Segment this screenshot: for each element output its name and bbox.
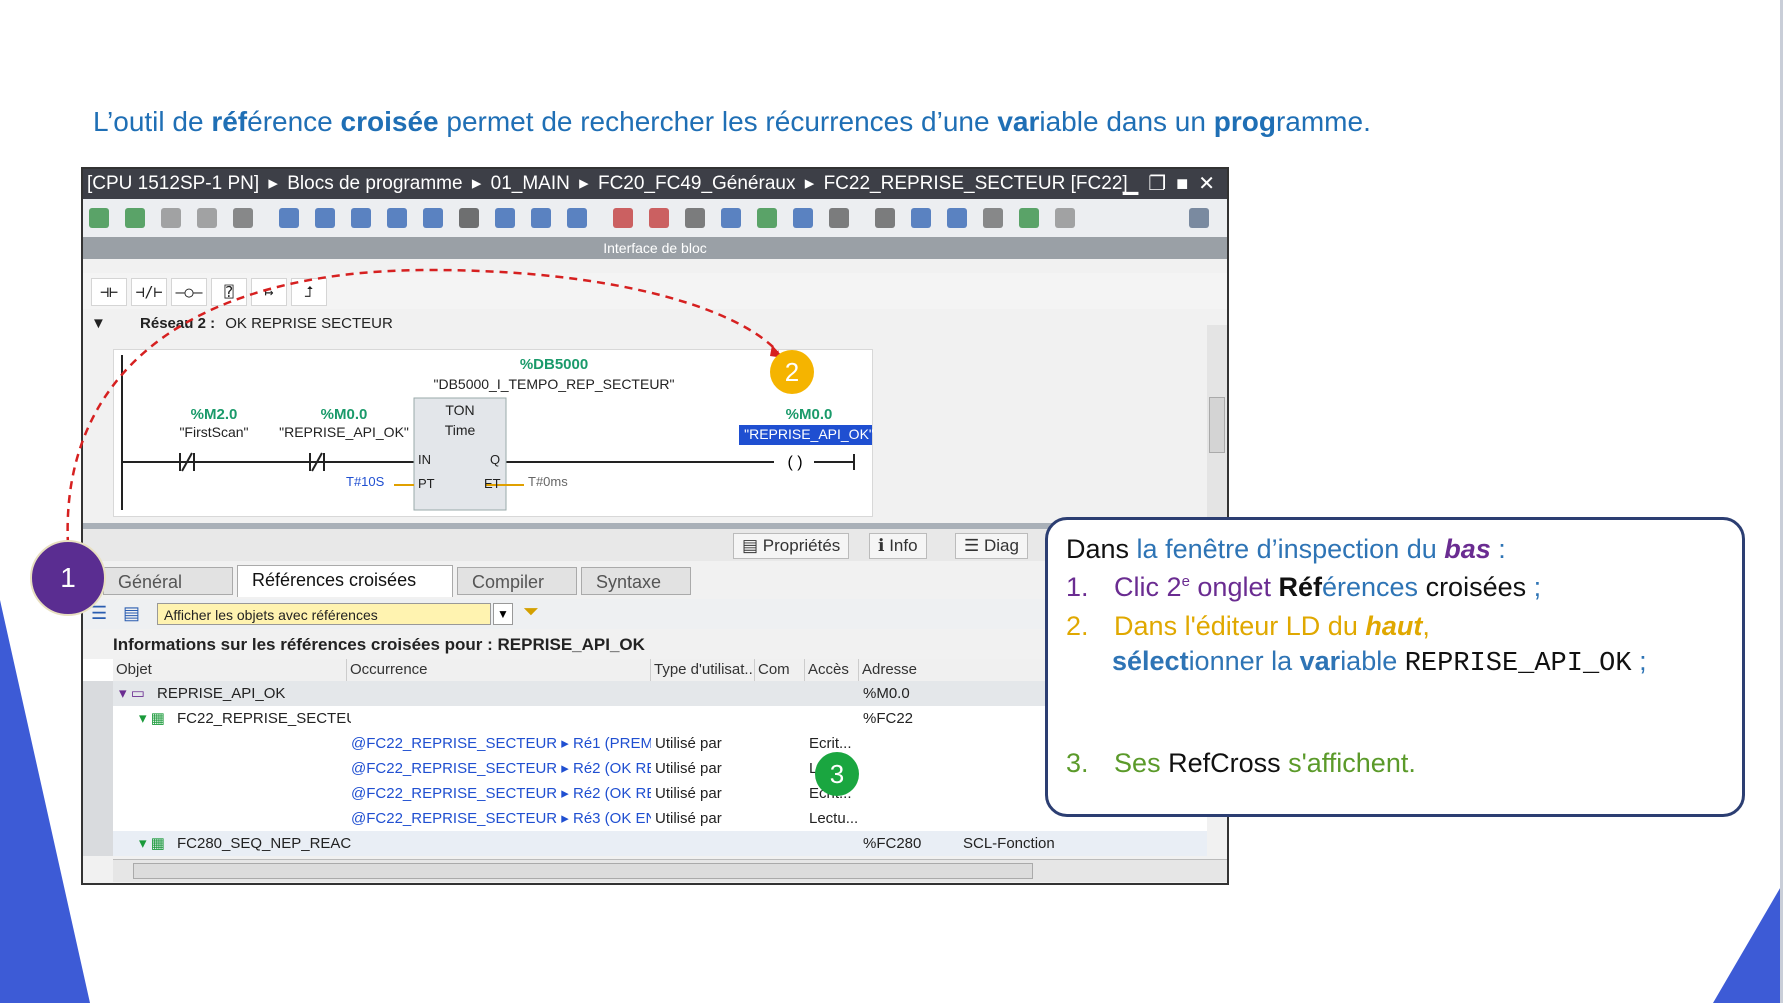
annotation-arrow <box>66 268 784 546</box>
step-badge-1: 1 <box>30 540 106 616</box>
dashed-arrow-path <box>66 268 779 546</box>
callout-line-1: Dans la fenêtre d’inspection du bas : <box>1066 534 1506 564</box>
step-badge-3: 3 <box>815 752 859 796</box>
step-badge-2: 2 <box>770 350 814 394</box>
callout-line-5: 3. Ses RefCross s'affichent. <box>1066 748 1416 778</box>
callout-line-2: 1. Clic 2e onglet Références croisées ; <box>1066 572 1542 602</box>
callout-line-4: sélectionner la variable REPRISE_API_OK … <box>1112 646 1647 679</box>
instructions-callout: Dans la fenêtre d’inspection du bas : 1.… <box>1045 517 1745 817</box>
callout-line-3: 2. Dans l'éditeur LD du haut, <box>1066 611 1430 641</box>
